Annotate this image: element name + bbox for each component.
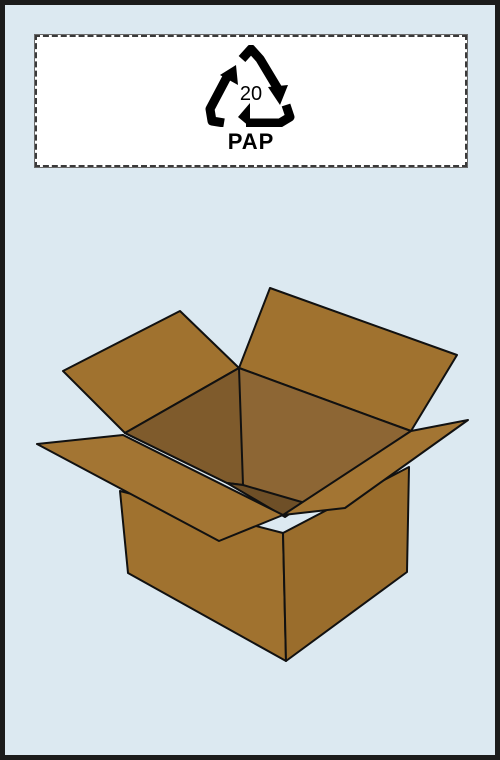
page-frame: 20 PAP: [5, 5, 495, 755]
open-cardboard-box-icon: [36, 287, 469, 662]
